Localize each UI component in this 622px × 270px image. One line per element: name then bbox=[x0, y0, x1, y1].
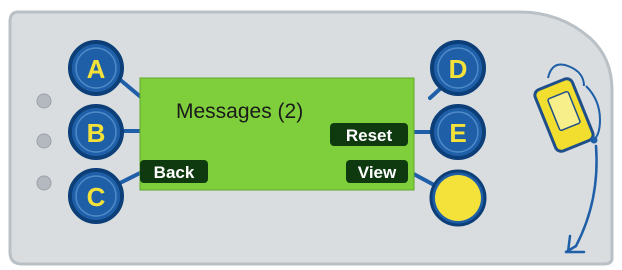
lcd-title: Messages (2) bbox=[176, 100, 303, 123]
button-b-label: B bbox=[87, 118, 106, 148]
button-d[interactable]: D bbox=[430, 40, 486, 96]
softkey-view-label[interactable]: View bbox=[358, 163, 397, 182]
softkey-back-label[interactable]: Back bbox=[154, 163, 195, 182]
button-c-label: C bbox=[87, 182, 106, 212]
indicator-led-2 bbox=[36, 133, 52, 149]
button-b[interactable]: B bbox=[68, 104, 124, 160]
indicator-led-3 bbox=[36, 175, 52, 191]
button-e-label: E bbox=[449, 118, 466, 148]
softkey-reset-label[interactable]: Reset bbox=[346, 126, 393, 145]
view-button-yellow[interactable] bbox=[429, 169, 487, 227]
button-c[interactable]: C bbox=[68, 168, 124, 224]
indicator-led-1 bbox=[36, 93, 52, 109]
button-a-label: A bbox=[87, 54, 106, 84]
button-e[interactable]: E bbox=[430, 104, 486, 160]
button-a[interactable]: A bbox=[68, 40, 124, 96]
button-d-label: D bbox=[449, 54, 468, 84]
